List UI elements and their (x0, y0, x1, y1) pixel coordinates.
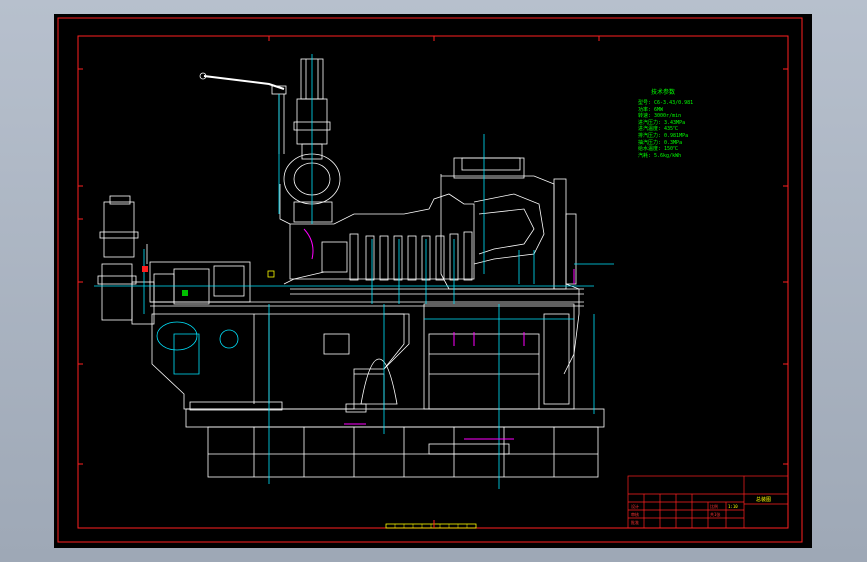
bottom-ruler (385, 520, 477, 529)
high-pressure-cylinder (289, 193, 475, 280)
checker-label: 审核 (631, 512, 639, 517)
spec-line: 进汽温度: 435℃ (638, 126, 679, 133)
base-frame-top (185, 408, 605, 428)
scale-value: 1:10 (728, 504, 738, 509)
accent-marks (142, 244, 275, 296)
spec-line: 型号: C6-3.43/0.981 (638, 100, 694, 106)
turbine-assembly (97, 58, 605, 478)
sheet-count: 共1张 (710, 512, 721, 517)
spec-line: 转速: 3000r/min (638, 113, 682, 120)
drawing-sheet: 技术参数 型号: C6-3.43/0.981 功率: 6MW 转速: 3000r/m… (54, 14, 812, 548)
base-frame (207, 426, 599, 478)
top-cover (453, 157, 525, 179)
spec-line: 汽耗: 5.6kg/kWh (638, 152, 682, 159)
drawing-title: 总装图 (756, 497, 772, 503)
oil-pump (103, 201, 135, 258)
approver-label: 批准 (631, 520, 639, 525)
designer-label: 设计 (631, 504, 639, 509)
cad-drawing (57, 17, 803, 543)
scale-label: 比例 (710, 504, 718, 509)
spec-title: 技术参数 (651, 89, 676, 96)
exhaust-cone (360, 358, 398, 405)
front-pedestal (151, 313, 405, 410)
spec-list: 型号: C6-3.43/0.981 功率: 6MW 转速: 3000r/min 进汽压… (638, 100, 693, 159)
governor-box (101, 263, 133, 321)
spec-line: 排汽压力: 0.981MPa (638, 132, 689, 139)
spec-line: 给水温度: 150℃ (638, 146, 679, 153)
